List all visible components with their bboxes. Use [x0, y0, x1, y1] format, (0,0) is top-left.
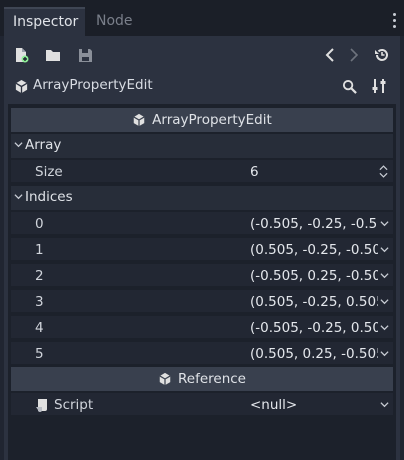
- chevron-down-icon[interactable]: [380, 323, 389, 332]
- index-value-field[interactable]: (-0.505, -0.25, -0.5: [250, 216, 378, 232]
- object-name[interactable]: ArrayPropertyEdit: [33, 77, 153, 93]
- property-label: 4: [35, 320, 44, 336]
- dock-menu-icon[interactable]: [393, 13, 397, 31]
- history-icon[interactable]: [373, 46, 391, 64]
- property-size: Size 6: [11, 160, 393, 184]
- property-label: 0: [35, 216, 44, 232]
- new-resource-icon[interactable]: [12, 46, 30, 64]
- property-index-0: 0 (-0.505, -0.25, -0.5: [11, 212, 393, 236]
- property-index-4: 4 (-0.505, -0.25, 0.50: [11, 316, 393, 340]
- property-label: 2: [35, 268, 44, 284]
- category-label: Array: [25, 137, 62, 153]
- forward-icon[interactable]: [347, 46, 361, 64]
- back-icon[interactable]: [323, 46, 337, 64]
- index-value-field[interactable]: (0.505, 0.25, -0.505: [250, 346, 378, 362]
- property-index-1: 1 (0.505, -0.25, -0.50: [11, 238, 393, 262]
- dock-tab-bar: Inspector Node: [0, 0, 404, 36]
- chevron-down-icon[interactable]: [380, 271, 389, 280]
- object-header: ArrayPropertyEdit: [4, 72, 400, 100]
- script-icon: [36, 399, 47, 412]
- script-resource-field[interactable]: <null>: [250, 397, 378, 413]
- chevron-down-icon[interactable]: [380, 219, 389, 228]
- category-label: Indices: [25, 189, 73, 205]
- category-array[interactable]: Array: [11, 134, 393, 158]
- property-label: Size: [35, 164, 63, 180]
- cube-icon: [133, 113, 145, 127]
- tab-inspector[interactable]: Inspector: [4, 7, 85, 36]
- property-index-2: 2 (-0.505, 0.25, -0.50: [11, 264, 393, 288]
- section-reference: Reference: [11, 367, 393, 391]
- object-cube-icon: [12, 77, 30, 95]
- save-icon[interactable]: [76, 46, 94, 64]
- chevron-down-icon[interactable]: [380, 297, 389, 306]
- section-title: ArrayPropertyEdit: [152, 112, 272, 128]
- size-spinbox[interactable]: 6: [250, 164, 378, 180]
- property-script: Script <null>: [11, 393, 393, 417]
- chevron-down-icon[interactable]: [380, 400, 389, 409]
- open-folder-icon[interactable]: [44, 46, 62, 64]
- property-label: 3: [35, 294, 44, 310]
- section-title: Reference: [178, 371, 246, 387]
- tools-icon[interactable]: [370, 77, 388, 95]
- property-index-5: 5 (0.505, 0.25, -0.505: [11, 342, 393, 366]
- spinner-arrows-icon[interactable]: [379, 165, 388, 178]
- property-label: 5: [35, 346, 44, 362]
- search-icon[interactable]: [340, 77, 358, 95]
- property-index-3: 3 (0.505, -0.25, 0.505: [11, 290, 393, 314]
- property-label: Script: [54, 397, 94, 413]
- section-arraypropertyedit: ArrayPropertyEdit: [11, 108, 393, 132]
- chevron-down-icon: [14, 142, 23, 148]
- chevron-down-icon: [14, 194, 23, 200]
- cube-icon: [159, 372, 171, 386]
- chevron-down-icon[interactable]: [380, 245, 389, 254]
- index-value-field[interactable]: (0.505, -0.25, -0.50: [250, 242, 378, 258]
- tab-node[interactable]: Node: [87, 7, 142, 36]
- index-value-field[interactable]: (-0.505, 0.25, -0.50: [250, 268, 378, 284]
- property-label: 1: [35, 242, 44, 258]
- category-indices[interactable]: Indices: [11, 186, 393, 210]
- index-value-field[interactable]: (-0.505, -0.25, 0.50: [250, 320, 378, 336]
- property-list: ArrayPropertyEdit Array Size 6 Indices 0…: [8, 104, 396, 460]
- chevron-down-icon[interactable]: [380, 349, 389, 358]
- index-value-field[interactable]: (0.505, -0.25, 0.505: [250, 294, 378, 310]
